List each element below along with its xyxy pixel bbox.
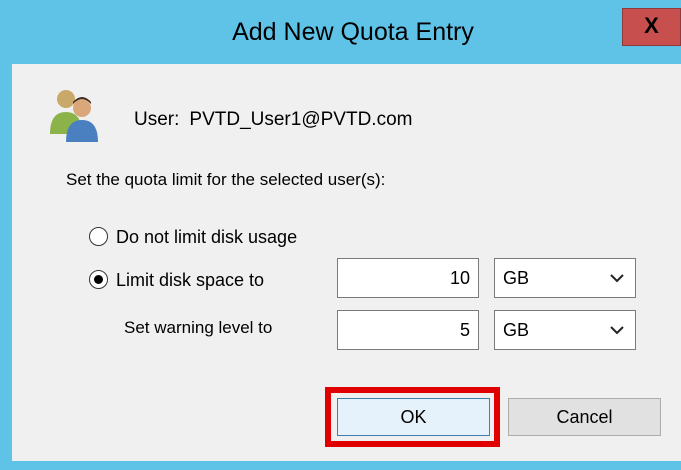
warning-unit-select[interactable]: GB (494, 310, 636, 350)
user-label: User: (134, 109, 180, 130)
user-value: PVTD_User1@PVTD.com (189, 109, 413, 130)
no-limit-label[interactable]: Do not limit disk usage (116, 227, 297, 248)
user-row: User: PVTD_User1@PVTD.com (134, 109, 412, 131)
dialog-title: Add New Quota Entry (232, 18, 474, 46)
limit-unit-select[interactable]: GB (494, 258, 636, 298)
title-bar[interactable]: Add New Quota Entry X (0, 0, 681, 64)
limit-label[interactable]: Limit disk space to (116, 270, 264, 291)
users-icon (50, 90, 98, 142)
limit-unit-value: GB (503, 268, 530, 288)
limit-radio[interactable] (89, 270, 108, 289)
chevron-down-icon (610, 274, 624, 283)
close-button[interactable]: X (622, 8, 681, 46)
chevron-down-icon (610, 326, 624, 335)
instruction-text: Set the quota limit for the selected use… (66, 170, 386, 189)
warning-unit-value: GB (503, 320, 530, 340)
no-limit-radio[interactable] (89, 227, 108, 246)
limit-value-input[interactable]: 10 (337, 258, 479, 298)
warning-value-input[interactable]: 5 (337, 310, 479, 350)
warning-label: Set warning level to (124, 318, 273, 337)
quota-dialog: Add New Quota Entry X User: PVTD_User1@PV… (0, 0, 681, 470)
ok-highlight-box (325, 387, 500, 447)
cancel-button[interactable]: Cancel (508, 398, 661, 436)
